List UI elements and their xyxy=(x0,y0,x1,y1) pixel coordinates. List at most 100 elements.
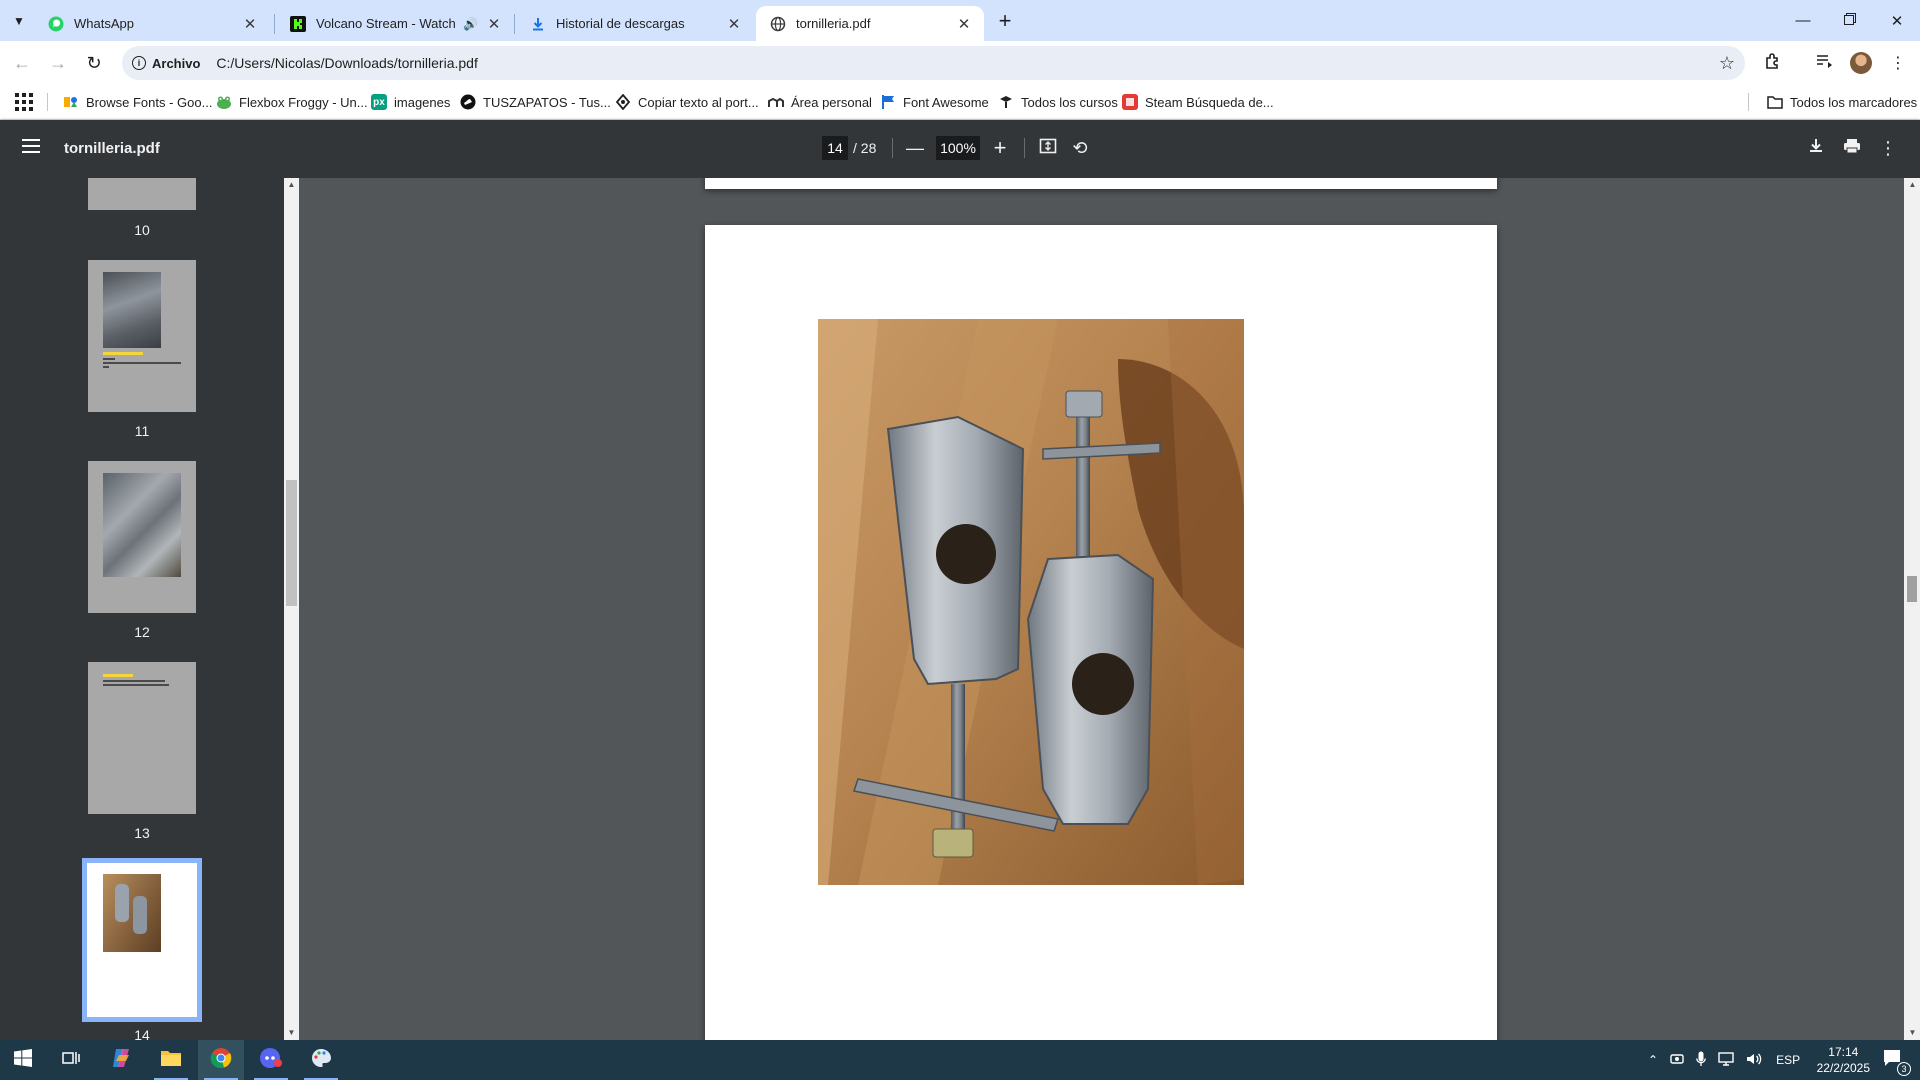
sidebar-scrollbar[interactable] xyxy=(284,178,299,1040)
close-icon[interactable]: ✕ xyxy=(954,14,974,34)
input-language[interactable]: ESP xyxy=(1776,1053,1800,1067)
tab-whatsapp[interactable]: WhatsApp ✕ xyxy=(34,6,270,41)
site-info-chip[interactable]: i Archivo xyxy=(132,56,200,71)
url-text[interactable]: C:/Users/Nicolas/Downloads/tornilleria.p… xyxy=(216,55,477,71)
meet-now-icon[interactable] xyxy=(1670,1052,1684,1069)
zoom-in-button[interactable]: + xyxy=(986,134,1014,162)
document-scrollbar[interactable] xyxy=(1904,178,1920,1040)
media-controls-button[interactable] xyxy=(1808,47,1840,79)
all-bookmarks-label: Todos los marcadores xyxy=(1790,94,1918,110)
new-tab-button[interactable]: + xyxy=(990,6,1020,36)
minimize-button[interactable]: — xyxy=(1780,0,1826,41)
bookmark-separator xyxy=(1748,93,1749,111)
page-total: / 28 xyxy=(853,140,877,156)
back-button[interactable]: ← xyxy=(6,47,38,79)
arrow-right-icon: → xyxy=(49,52,67,73)
plus-icon: + xyxy=(993,135,1007,160)
thumbnail-sidebar: 10 11 12 13 14 xyxy=(0,178,284,1040)
bookmark-font-awesome[interactable]: Font Awesome xyxy=(880,85,989,119)
bookmark-flexbox-froggy[interactable]: Flexbox Froggy - Un... xyxy=(216,85,368,119)
scroll-down-arrow-icon[interactable]: ▼ xyxy=(1908,1028,1917,1037)
page-number-input[interactable] xyxy=(822,136,848,160)
chevron-up-icon[interactable]: ⌃ xyxy=(1648,1053,1658,1067)
page-thumbnail-11[interactable] xyxy=(88,260,196,412)
all-bookmarks-folder[interactable]: Todos los marcadores xyxy=(1767,85,1917,119)
printer-icon xyxy=(1843,137,1861,160)
start-button[interactable] xyxy=(0,1040,46,1080)
scroll-down-arrow-icon[interactable]: ▼ xyxy=(287,1028,296,1037)
pdf-document-area[interactable] xyxy=(299,178,1904,1040)
close-icon[interactable]: ✕ xyxy=(724,14,744,34)
close-icon[interactable]: ✕ xyxy=(484,14,504,34)
chrome-menu-button[interactable]: ⋮ xyxy=(1882,47,1914,79)
page-thumbnail-10[interactable] xyxy=(88,178,196,210)
rotate-button[interactable]: ⟲ xyxy=(1066,134,1094,162)
tab-volcano-stream[interactable]: Volcano Stream - Watch Liv 🔊 ✕ xyxy=(276,6,514,41)
pexels-icon: px xyxy=(371,94,387,110)
reload-button[interactable]: ↻ xyxy=(78,47,110,79)
thumbnail-page-number: 12 xyxy=(134,624,150,640)
network-icon[interactable] xyxy=(1718,1051,1734,1069)
tab-search-button[interactable]: ▼ xyxy=(6,8,32,34)
print-button[interactable] xyxy=(1838,134,1866,162)
bookmark-copiar-texto[interactable]: Copiar texto al port... xyxy=(615,85,759,119)
microphone-icon[interactable] xyxy=(1696,1051,1706,1070)
page-thumbnail-12[interactable] xyxy=(88,461,196,613)
bookmark-steam[interactable]: Steam Búsqueda de... xyxy=(1122,85,1274,119)
more-actions-button[interactable]: ⋮ xyxy=(1874,134,1902,162)
google-fonts-icon xyxy=(63,94,79,110)
discord-taskbar-button[interactable] xyxy=(248,1040,294,1080)
bookmark-area-personal[interactable]: Área personal xyxy=(768,85,872,119)
tab-download-history[interactable]: Historial de descargas ✕ xyxy=(516,6,754,41)
bookmark-browse-fonts[interactable]: Browse Fonts - Goo... xyxy=(63,85,212,119)
pdf-toolbar: tornilleria.pdf / 28 — 100% + ⟲ ⋮ xyxy=(0,120,1920,178)
zoom-input[interactable]: 100% xyxy=(936,136,980,160)
paint-taskbar-button[interactable] xyxy=(298,1040,344,1080)
sidebar-toggle-icon[interactable] xyxy=(22,139,40,153)
file-explorer-taskbar-button[interactable] xyxy=(148,1040,194,1080)
bookmark-tuszapatos[interactable]: TUSZAPATOS - Tus... xyxy=(460,85,611,119)
page-thumbnail-14[interactable] xyxy=(82,858,202,1022)
windows-taskbar: ⌃ ESP 17:14 22/2/2025 3 xyxy=(0,1040,1920,1080)
download-icon xyxy=(530,16,546,32)
thumbnail-photo xyxy=(103,473,181,577)
chrome-taskbar-button[interactable] xyxy=(198,1040,244,1080)
scroll-up-arrow-icon[interactable]: ▲ xyxy=(1908,180,1917,189)
task-view-button[interactable] xyxy=(48,1040,94,1080)
clock[interactable]: 17:14 22/2/2025 xyxy=(1817,1044,1870,1076)
sidebar-scrollbar-thumb[interactable] xyxy=(286,480,297,606)
info-icon: i xyxy=(132,56,146,70)
notification-center-button[interactable]: 3 xyxy=(1866,1040,1920,1080)
address-bar[interactable]: i Archivo C:/Users/Nicolas/Downloads/tor… xyxy=(122,46,1745,80)
bookmark-imagenes[interactable]: px imagenes xyxy=(371,85,450,119)
tab-tornilleria-pdf[interactable]: tornilleria.pdf ✕ xyxy=(756,6,984,41)
close-icon[interactable]: ✕ xyxy=(240,14,260,34)
close-window-button[interactable]: ✕ xyxy=(1874,0,1920,41)
scroll-up-arrow-icon[interactable]: ▲ xyxy=(287,180,296,189)
download-icon xyxy=(1807,137,1825,160)
copilot-taskbar-button[interactable] xyxy=(98,1040,144,1080)
volume-icon[interactable] xyxy=(1746,1052,1762,1069)
thumbnail-photo xyxy=(103,272,161,348)
bookmark-label: TUSZAPATOS - Tus... xyxy=(483,94,611,110)
zoom-out-button[interactable]: — xyxy=(901,134,929,162)
download-button[interactable] xyxy=(1802,134,1830,162)
thumbnail-text-line xyxy=(103,358,115,360)
notification-count: 3 xyxy=(1897,1061,1911,1076)
paint-palette-icon xyxy=(310,1047,332,1074)
profile-button[interactable] xyxy=(1845,47,1877,79)
frog-icon xyxy=(216,94,232,110)
bookmark-label: imagenes xyxy=(394,94,451,110)
tab-title: Historial de descargas xyxy=(556,16,685,31)
moodle-icon xyxy=(768,94,784,110)
page-thumbnail-13[interactable] xyxy=(88,662,196,814)
bookmark-todos-los-cursos[interactable]: Todos los cursos xyxy=(998,85,1118,119)
restore-button[interactable] xyxy=(1827,0,1873,41)
speaker-icon[interactable]: 🔊 xyxy=(463,17,478,31)
fit-to-page-button[interactable] xyxy=(1034,134,1062,162)
apps-grid-icon[interactable] xyxy=(15,93,33,111)
forward-button[interactable]: → xyxy=(42,47,74,79)
bookmark-star-icon[interactable]: ☆ xyxy=(1719,53,1735,74)
document-scrollbar-thumb[interactable] xyxy=(1907,576,1917,602)
extensions-button[interactable] xyxy=(1757,47,1789,79)
